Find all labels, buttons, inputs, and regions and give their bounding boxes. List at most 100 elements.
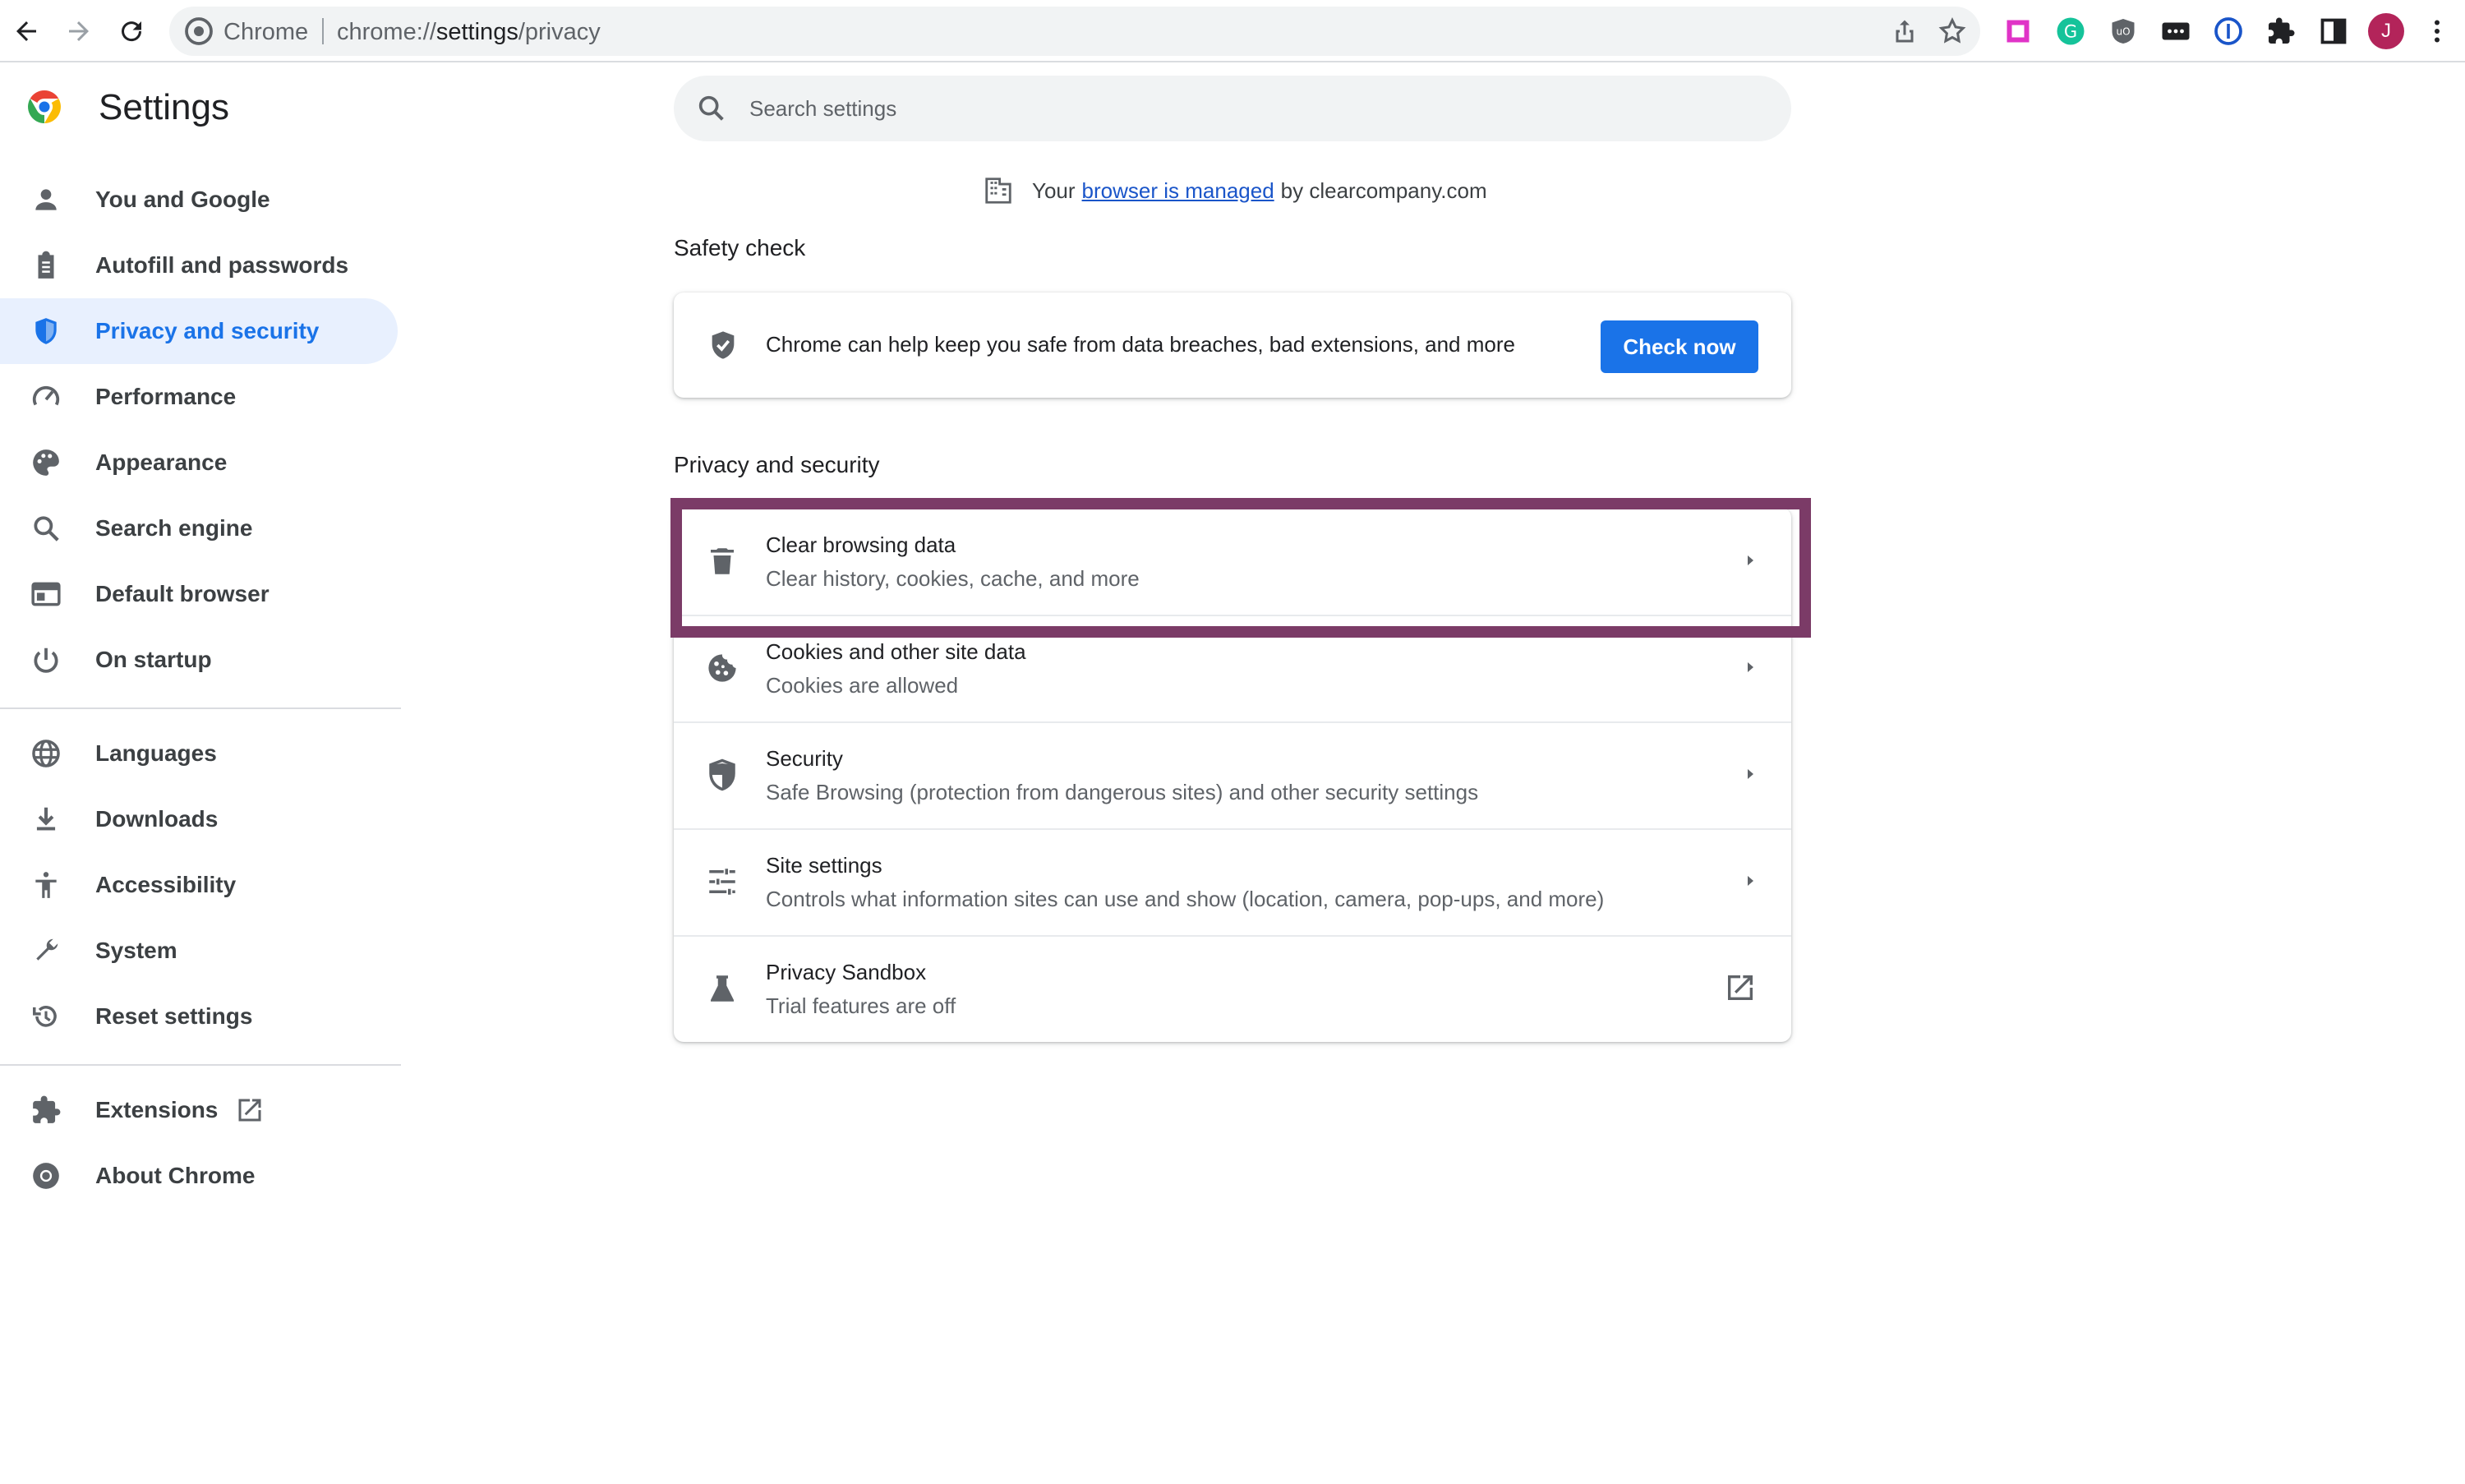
managed-suffix: by clearcompany.com <box>1280 177 1487 203</box>
nav-autofill-and-passwords[interactable]: Autofill and passwords <box>0 233 398 298</box>
person-icon <box>30 183 62 216</box>
nav-extensions[interactable]: Extensions <box>0 1077 398 1143</box>
search-icon <box>698 95 724 121</box>
nav-label: Accessibility <box>95 872 237 897</box>
nav-divider <box>0 707 401 709</box>
bookmark-star-icon[interactable] <box>1937 16 1967 46</box>
cookie-icon <box>708 654 736 682</box>
omnibox-separator <box>322 18 324 44</box>
settings-title: Settings <box>99 87 229 127</box>
safety-check-card: Chrome can help keep you safe from data … <box>674 293 1791 398</box>
chrome-icon <box>185 17 213 45</box>
managed-prefix: Your <box>1032 177 1076 203</box>
onepassword-icon[interactable] <box>2214 16 2243 46</box>
chevron-right-icon <box>1748 662 1753 672</box>
profile-avatar[interactable]: J <box>2368 13 2404 49</box>
chrome-icon <box>30 1159 62 1192</box>
arrow-right-icon <box>69 21 89 41</box>
grammarly-icon[interactable]: G <box>2056 16 2085 46</box>
globe-icon <box>30 737 62 770</box>
nav-label: Languages <box>95 740 217 766</box>
extension-pink-icon[interactable] <box>2003 16 2033 46</box>
nav-you-and-google[interactable]: You and Google <box>0 167 398 233</box>
nav-search-engine[interactable]: Search engine <box>0 495 398 561</box>
safety-check-text: Chrome can help keep you safe from data … <box>766 332 1515 357</box>
browser-window-icon <box>30 578 62 611</box>
wrench-icon <box>30 934 62 967</box>
privacy-sandbox-row[interactable]: Privacy Sandbox Trial features are off <box>674 935 1791 1042</box>
row-subtitle: Trial features are off <box>766 993 956 1018</box>
nav-label: Autofill and passwords <box>95 252 349 278</box>
nav-label: Extensions <box>95 1097 219 1122</box>
check-now-button[interactable]: Check now <box>1601 320 1758 373</box>
nav-accessibility[interactable]: Accessibility <box>0 852 398 918</box>
omnibox-site-label: Chrome <box>223 19 309 45</box>
clipboard-icon <box>30 249 62 282</box>
nav-label: Reset settings <box>95 1003 253 1029</box>
nav-downloads[interactable]: Downloads <box>0 786 398 852</box>
row-divider <box>674 828 1791 830</box>
open-in-new-icon <box>1728 975 1753 1000</box>
security-row[interactable]: Security Safe Browsing (protection from … <box>674 721 1791 828</box>
nav-label: You and Google <box>95 187 270 212</box>
download-icon <box>30 803 62 836</box>
palette-icon <box>30 446 62 479</box>
puzzle-icon[interactable] <box>2266 16 2296 46</box>
nav-label: Default browser <box>95 581 270 606</box>
chevron-right-icon <box>1748 876 1753 886</box>
side-panel-icon[interactable] <box>2319 16 2348 46</box>
flask-icon <box>711 975 734 1002</box>
svg-text:G: G <box>2064 22 2077 42</box>
share-icon[interactable] <box>1890 16 1919 46</box>
nav-label: On startup <box>95 647 212 672</box>
nav-reset-settings[interactable]: Reset settings <box>0 984 398 1049</box>
browser-managed-link[interactable]: browser is managed <box>1082 178 1274 204</box>
open-in-new-icon <box>238 1099 261 1122</box>
forward-button[interactable] <box>59 12 99 51</box>
omnibox-url: chrome://settings/privacy <box>337 19 601 46</box>
nav-appearance[interactable]: Appearance <box>0 430 398 495</box>
highlight-box <box>670 498 1811 638</box>
search-settings-field[interactable]: Search settings <box>674 76 1791 141</box>
nav-label: About Chrome <box>95 1163 256 1188</box>
power-icon <box>30 643 62 676</box>
nav-system[interactable]: System <box>0 918 398 984</box>
nav-label: Privacy and security <box>95 318 320 343</box>
address-bar[interactable]: Chrome chrome://settings/privacy <box>169 7 1980 56</box>
back-button[interactable] <box>7 12 46 51</box>
kebab-menu-icon[interactable] <box>2422 16 2452 46</box>
reload-icon <box>122 21 142 42</box>
row-divider <box>674 721 1791 723</box>
nav-label: Search engine <box>95 515 253 541</box>
accessibility-icon <box>30 869 62 901</box>
nav-performance[interactable]: Performance <box>0 364 398 430</box>
safety-check-title: Safety check <box>674 235 806 260</box>
chevron-right-icon <box>1748 769 1753 779</box>
nav-privacy-and-security[interactable]: Privacy and security <box>0 298 398 364</box>
arrow-left-icon <box>16 21 36 41</box>
nav-divider <box>0 1064 401 1066</box>
row-title: Security <box>766 746 843 771</box>
row-subtitle: Controls what information sites can use … <box>766 887 1605 911</box>
nav-on-startup[interactable]: On startup <box>0 627 398 693</box>
password-dots-icon[interactable] <box>2161 16 2191 46</box>
row-title: Cookies and other site data <box>766 639 1026 664</box>
ublock-icon[interactable]: uO <box>2108 16 2138 46</box>
row-title: Site settings <box>766 853 882 878</box>
nav-label: System <box>95 938 177 963</box>
site-settings-row[interactable]: Site settings Controls what information … <box>674 828 1791 935</box>
nav-about-chrome[interactable]: About Chrome <box>0 1143 398 1209</box>
nav-default-browser[interactable]: Default browser <box>0 561 398 627</box>
speedometer-icon <box>30 380 62 413</box>
tune-icon <box>709 869 735 895</box>
nav-languages[interactable]: Languages <box>0 721 398 786</box>
row-title: Privacy Sandbox <box>766 960 927 984</box>
browser-toolbar: Chrome chrome://settings/privacy G uO J <box>0 0 2465 62</box>
puzzle-icon <box>30 1094 62 1127</box>
url-prefix: chrome:// <box>337 19 436 45</box>
chrome-logo-icon <box>28 90 61 123</box>
row-subtitle: Cookies are allowed <box>766 673 959 698</box>
url-host: settings <box>435 19 518 45</box>
search-icon <box>30 512 62 545</box>
reload-button[interactable] <box>112 12 151 51</box>
